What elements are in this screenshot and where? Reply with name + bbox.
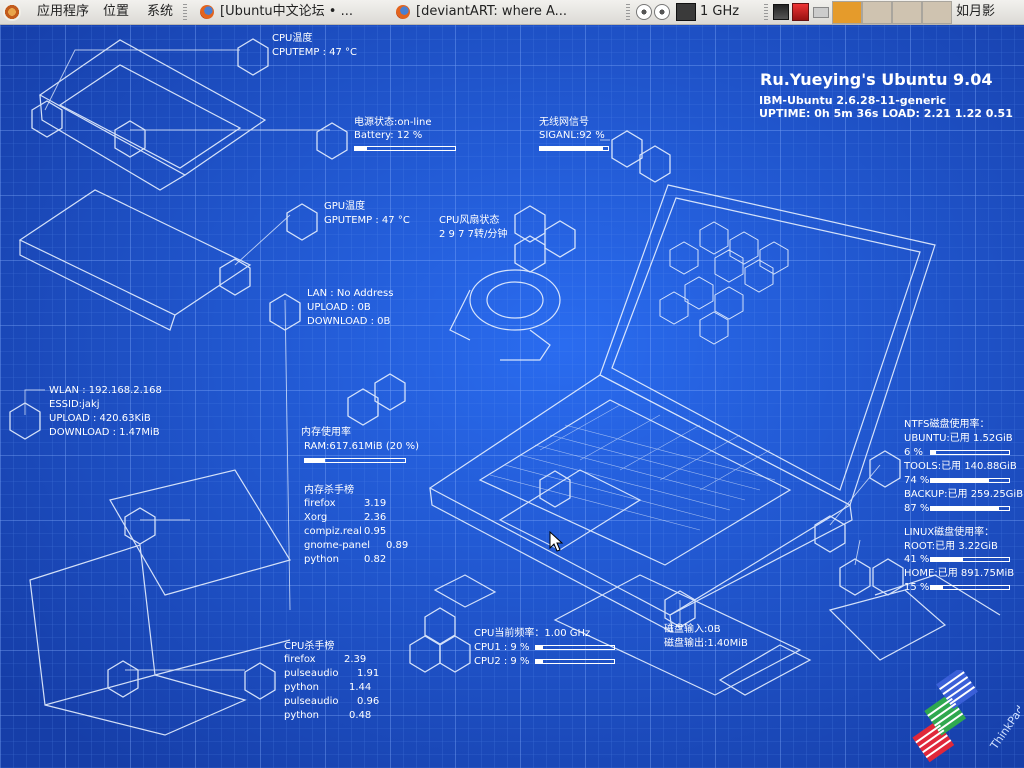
disk-input: 磁盘输入:0B [664, 624, 721, 635]
disk-output: 磁盘输出:1.40MiB [664, 638, 748, 649]
kernel-version: IBM-Ubuntu 2.6.28-11-generic [759, 94, 947, 107]
ntfs-tools-percent: 74 % [904, 475, 930, 486]
memory-value: RAM:617.61MiB (20 %) [304, 441, 420, 452]
fan-label: CPU风扇状态 [439, 215, 500, 226]
linux-root-percent: 41 % [904, 554, 930, 565]
battery-value: Battery: 12 % [354, 130, 423, 141]
menu-places[interactable]: 位置 [103, 0, 129, 24]
list-item: pulseaudio 1.91 [284, 668, 380, 679]
list-item: firefox 2.39 [284, 654, 367, 665]
lan-download: DOWNLOAD : 0B [307, 316, 391, 327]
wifi-signal-bar [539, 146, 609, 151]
list-item: gnome-panel 0.89 [304, 540, 409, 551]
cpu-chip-icon[interactable] [676, 3, 696, 21]
workspace-1[interactable] [832, 1, 862, 24]
lan-address: LAN : No Address [307, 288, 394, 299]
cpu-top-label: CPU杀手榜 [284, 641, 335, 652]
ntfs-backup: BACKUP:已用 259.25GiB [904, 489, 1024, 500]
panel-grip-icon[interactable] [183, 4, 187, 20]
top-panel: 应用程序 位置 系统 [Ubuntu中文论坛 • ... [deviantART… [0, 0, 1024, 25]
cpu-frequency-value[interactable]: 1 GHz [700, 0, 739, 24]
ibm-thinkpad-logo: ThinkPad [912, 670, 1020, 763]
ntfs-ubuntu-percent: 6 % [904, 447, 924, 458]
memory-top-list: firefox 3.19 Xorg 2.36 compiz.real 0.95 gno… [304, 497, 408, 567]
cpu1-usage: CPU1 : 9 % [474, 642, 530, 653]
wifi-signal-label: 无线网信号 [539, 117, 589, 128]
linux-home-percent: 15 % [904, 582, 930, 593]
conky-title: Ru.Yueying's Ubuntu 9.04 [760, 70, 993, 89]
wifi-signal-value: SIGANL:92 % [539, 130, 605, 141]
taskbar-item-firefox-2[interactable]: [deviantART: where A... [392, 2, 606, 22]
linux-root: ROOT:已用 3.22GiB [904, 541, 998, 552]
list-item: pulseaudio 0.96 [284, 696, 380, 707]
list-item: python 1.44 [284, 682, 372, 693]
wlan-download: DOWNLOAD : 1.47MiB [49, 427, 160, 438]
cpu2-bar [535, 659, 615, 664]
ubuntu-logo-icon[interactable] [3, 3, 21, 21]
svg-text:ThinkPad: ThinkPad [987, 703, 1020, 752]
taskbar-item-firefox-1[interactable]: [Ubuntu中文论坛 • ... [196, 2, 400, 22]
firefox-icon [200, 5, 214, 19]
firefox-icon [396, 5, 410, 19]
list-item: python 0.48 [284, 710, 372, 721]
cpu-top-list: firefox 2.39 pulseaudio 1.91 python 1.44 pu… [284, 653, 379, 723]
ntfs-ubuntu-bar [930, 450, 1010, 455]
user-menu[interactable]: 如月影 [956, 0, 995, 24]
wlan-address: WLAN : 192.168.2.168 [49, 385, 162, 396]
panel-grip-icon[interactable] [764, 4, 768, 20]
cpu-temp-value: CPUTEMP : 47 °C [272, 47, 358, 58]
menu-system[interactable]: 系统 [147, 0, 173, 24]
battery-bar [354, 146, 456, 151]
workspace-2[interactable] [862, 1, 892, 24]
taskbar-item-label: [deviantART: where A... [416, 4, 568, 19]
ntfs-tools-bar [930, 478, 1010, 483]
linux-home-bar [930, 585, 1010, 590]
cpu2-usage: CPU2 : 9 % [474, 656, 530, 667]
uptime-load: UPTIME: 0h 5m 36s LOAD: 2.21 1.22 0.51 [759, 107, 1013, 120]
ntfs-backup-percent: 87 % [904, 503, 930, 514]
ntfs-backup-bar [930, 506, 1010, 511]
workspace-3[interactable] [892, 1, 922, 24]
lan-upload: UPLOAD : 0B [307, 302, 371, 313]
memory-top-label: 内存杀手榜 [304, 485, 354, 496]
list-item: Xorg 2.36 [304, 512, 387, 523]
fan-speed: 2 9 7 7转/分钟 [439, 229, 508, 240]
memory-bar [304, 458, 406, 463]
ntfs-ubuntu: UBUNTU:已用 1.52GiB [904, 433, 1013, 444]
system-monitor-icon[interactable] [773, 4, 789, 20]
taskbar-item-label: [Ubuntu中文论坛 • ... [220, 4, 353, 19]
ntfs-label: NTFS磁盘使用率： [904, 419, 990, 430]
linux-home: HOME:已用 891.75MiB [904, 568, 1015, 579]
linux-root-bar [930, 557, 1010, 562]
eyes-applet-icon[interactable] [636, 4, 652, 20]
memory-label: 内存使用率 [301, 427, 351, 438]
battery-icon[interactable] [792, 3, 809, 21]
list-item: python 0.82 [304, 554, 387, 565]
workspace-4[interactable] [922, 1, 952, 24]
panel-grip-icon[interactable] [626, 4, 630, 20]
eyes-applet-icon[interactable] [654, 4, 670, 20]
cpu-temp-label: CPU温度 [272, 33, 313, 44]
cpu-freq-label: CPU当前频率：1.00 GHz [474, 628, 591, 639]
ntfs-tools: TOOLS:已用 140.88GiB [904, 461, 1017, 472]
cpu1-bar [535, 645, 615, 650]
wlan-essid: ESSID:jakj [49, 399, 100, 410]
wlan-upload: UPLOAD : 420.63KiB [49, 413, 151, 424]
keyboard-icon[interactable] [813, 7, 829, 18]
gpu-temp-label: GPU温度 [324, 201, 366, 212]
menu-applications[interactable]: 应用程序 [37, 0, 89, 24]
list-item: compiz.real 0.95 [304, 526, 387, 537]
gpu-temp-value: GPUTEMP : 47 °C [324, 215, 410, 226]
linux-disk-label: LINUX磁盘使用率： [904, 527, 995, 538]
list-item: firefox 3.19 [304, 498, 387, 509]
power-status: 电源状态:on-line [354, 117, 432, 128]
